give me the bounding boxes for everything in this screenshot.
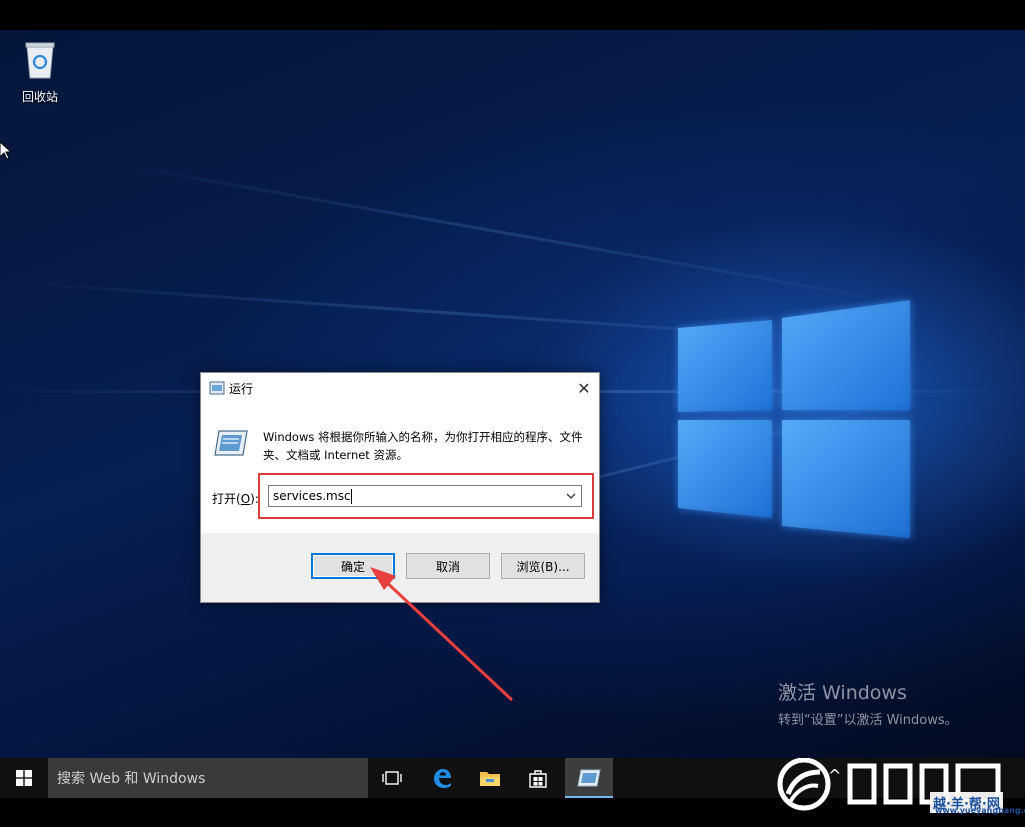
run-taskbar-icon bbox=[577, 769, 601, 787]
search-placeholder: 搜索 Web 和 Windows bbox=[57, 771, 206, 787]
recycle-bin-shortcut[interactable]: 回收站 bbox=[14, 40, 66, 105]
site-url-text: www.yueyangbang.com bbox=[935, 806, 1025, 815]
folder-icon bbox=[480, 772, 500, 786]
store-button[interactable] bbox=[514, 758, 562, 798]
start-button[interactable] bbox=[0, 758, 48, 798]
text-caret bbox=[351, 489, 352, 504]
open-label-suffix: ): bbox=[250, 492, 259, 506]
activation-watermark: 激活 Windows 转到“设置”以激活 Windows。 bbox=[778, 678, 958, 728]
run-dialog[interactable]: 运行 ✕ Windows 将根据你所输入的名称，为你打开相应的程序、文件夹、文档… bbox=[200, 372, 600, 603]
open-label-prefix: 打开( bbox=[212, 492, 241, 506]
activation-title: 激活 Windows bbox=[778, 682, 907, 704]
top-black-bar bbox=[0, 0, 1025, 30]
recycle-bin-icon bbox=[25, 42, 55, 79]
close-button[interactable]: ✕ bbox=[569, 373, 599, 403]
dialog-description: Windows 将根据你所输入的名称，为你打开相应的程序、文件夹、文档或 Int… bbox=[263, 430, 583, 462]
recycle-bin-label: 回收站 bbox=[21, 90, 58, 104]
open-input[interactable] bbox=[273, 487, 553, 505]
task-view-icon bbox=[382, 771, 402, 785]
run-icon bbox=[209, 381, 225, 395]
dialog-title: 运行 bbox=[229, 382, 254, 396]
run-taskbar-button[interactable] bbox=[565, 758, 613, 798]
activation-subtitle: 转到“设置”以激活 Windows。 bbox=[778, 713, 958, 728]
store-icon bbox=[529, 770, 547, 788]
windows-start-icon bbox=[16, 770, 32, 786]
edge-button[interactable] bbox=[418, 758, 466, 798]
mouse-pointer-icon bbox=[0, 142, 12, 160]
dialog-body: Windows 将根据你所输入的名称，为你打开相应的程序、文件夹、文档或 Int… bbox=[201, 403, 599, 533]
file-explorer-button[interactable] bbox=[466, 758, 514, 798]
browse-button[interactable]: 浏览(B)... bbox=[501, 553, 585, 579]
ok-button[interactable]: 确定 bbox=[311, 553, 395, 579]
task-view-button[interactable] bbox=[368, 758, 416, 798]
open-combobox[interactable] bbox=[268, 485, 582, 507]
run-program-icon bbox=[214, 430, 248, 456]
edge-icon bbox=[434, 769, 451, 788]
dialog-titlebar[interactable]: 运行 ✕ bbox=[201, 373, 599, 403]
chevron-down-icon[interactable] bbox=[565, 489, 577, 503]
dialog-footer: 确定 取消 浏览(B)... bbox=[201, 533, 599, 602]
open-label: 打开(O): bbox=[212, 490, 259, 507]
taskbar-search-box[interactable]: 搜索 Web 和 Windows bbox=[48, 758, 368, 798]
close-icon: ✕ bbox=[577, 378, 591, 398]
cancel-button[interactable]: 取消 bbox=[406, 553, 490, 579]
open-label-accesskey: O bbox=[240, 492, 251, 506]
